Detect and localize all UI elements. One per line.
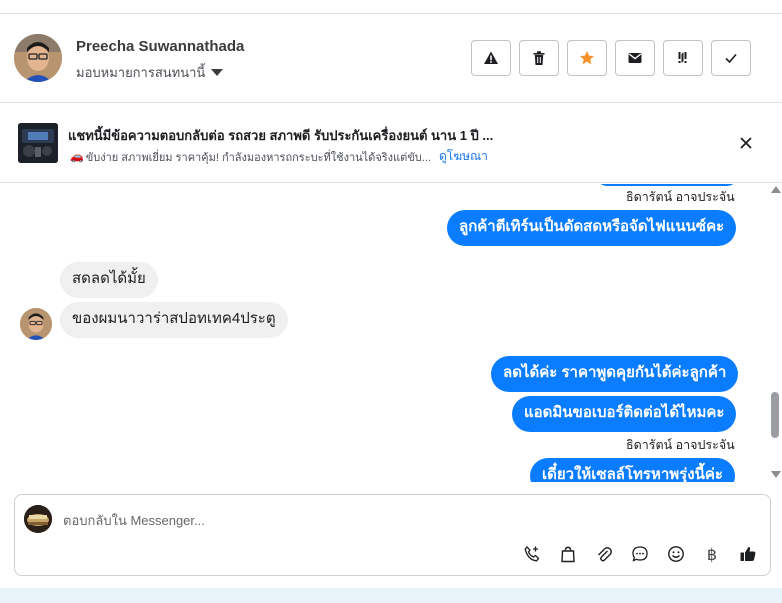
thumbs-up-icon bbox=[740, 546, 756, 561]
caret-down-icon bbox=[211, 69, 224, 76]
message-bubble[interactable]: ของผมนาวาร่าสปอทเทค4ประตู bbox=[60, 302, 288, 338]
message-bubble[interactable]: แอดมินขอเบอร์ติดต่อได้ไหมคะ bbox=[512, 396, 737, 432]
page-avatar bbox=[24, 505, 52, 533]
delete-button[interactable] bbox=[519, 40, 559, 76]
phone-add-icon bbox=[524, 546, 540, 562]
avatar[interactable] bbox=[20, 308, 52, 340]
scroll-up-arrow[interactable] bbox=[771, 186, 781, 193]
call-button[interactable] bbox=[521, 543, 543, 565]
close-ad-button[interactable] bbox=[736, 133, 756, 153]
message-bubble[interactable]: ลดได้ค่ะ ราคาพูดคุยกันได้ค่ะลูกค้า bbox=[491, 356, 739, 392]
attach-button[interactable] bbox=[593, 543, 615, 565]
smiley-icon bbox=[668, 546, 684, 562]
message-bubble[interactable]: สดลดได้มั้ย bbox=[60, 262, 158, 298]
ad-context-bar: แชทนี้มีข้อความตอบกลับต่อ รถสวย สภาพดี ร… bbox=[0, 103, 782, 183]
mark-done-button[interactable] bbox=[711, 40, 751, 76]
shopping-bag-icon bbox=[561, 546, 575, 563]
check-icon bbox=[725, 53, 737, 64]
message-list[interactable]: ธิดารัตน์ อาจประจัน ลูกค้าตีเทิร์นเป็นดั… bbox=[0, 184, 770, 482]
message-composer: ฿ bbox=[14, 494, 771, 576]
warning-icon bbox=[484, 51, 498, 64]
scrollbar-thumb[interactable] bbox=[771, 392, 779, 438]
sender-name: ธิดารัตน์ อาจประจัน bbox=[626, 190, 735, 204]
ad-thumbnail[interactable] bbox=[18, 123, 58, 163]
shop-button[interactable] bbox=[557, 543, 579, 565]
reply-input[interactable] bbox=[63, 509, 743, 531]
chat-bubble-icon bbox=[632, 546, 648, 562]
ad-title: แชทนี้มีข้อความตอบกลับต่อ รถสวย สภาพดี ร… bbox=[68, 128, 494, 143]
trash-icon bbox=[533, 51, 545, 65]
star-button[interactable] bbox=[567, 40, 607, 76]
ad-subtitle: ขับง่าย สภาพเยี่ยม ราคาคุ้ม! กำลังมองหาร… bbox=[85, 151, 431, 164]
scroll-down-arrow[interactable] bbox=[771, 471, 781, 478]
contact-name[interactable]: Preecha Suwannathada bbox=[76, 38, 244, 55]
saved-replies-button[interactable] bbox=[629, 543, 651, 565]
like-button[interactable] bbox=[737, 543, 759, 565]
report-button[interactable] bbox=[471, 40, 511, 76]
message-bubble[interactable]: ลูกค้าตีเทิร์นเป็นดัดสดหรือจัดไฟแนนซ์คะ bbox=[447, 210, 737, 246]
payment-button[interactable]: ฿ bbox=[701, 543, 723, 565]
assign-conversation-dropdown[interactable]: มอบหมายการสนทนานี้ bbox=[76, 62, 224, 83]
paperclip-icon bbox=[598, 547, 612, 562]
avatar[interactable] bbox=[14, 34, 62, 82]
assign-conversation-label: มอบหมายการสนทนานี้ bbox=[76, 65, 206, 80]
conversation-toolbar bbox=[471, 40, 751, 76]
close-icon bbox=[740, 137, 752, 149]
priority-icon bbox=[678, 52, 687, 63]
mark-unread-button[interactable] bbox=[615, 40, 655, 76]
message-bubble[interactable]: เดี๋ยวให้เซลล์โทรหาพรุ่งนี้ค่ะ bbox=[530, 458, 735, 482]
ad-subtitle-row: 🚗 ขับง่าย สภาพเยี่ยม ราคาคุ้ม! กำลังมองห… bbox=[70, 147, 488, 166]
conversation-panel: Preecha Suwannathada มอบหมายการสนทนานี้ bbox=[0, 0, 782, 603]
view-ad-link[interactable]: ดูโฆษณา bbox=[439, 147, 488, 166]
star-icon bbox=[580, 51, 594, 65]
composer-actions: ฿ bbox=[521, 543, 759, 565]
conversation-header: Preecha Suwannathada มอบหมายการสนทนานี้ bbox=[0, 14, 782, 103]
emoji-button[interactable] bbox=[665, 543, 687, 565]
bottom-strip bbox=[0, 588, 782, 603]
sender-name: ธิดารัตน์ อาจประจัน bbox=[626, 438, 735, 452]
message-bubble-partial bbox=[596, 184, 738, 186]
follow-up-button[interactable] bbox=[663, 40, 703, 76]
car-icon: 🚗 bbox=[70, 151, 84, 163]
envelope-icon bbox=[628, 53, 642, 63]
